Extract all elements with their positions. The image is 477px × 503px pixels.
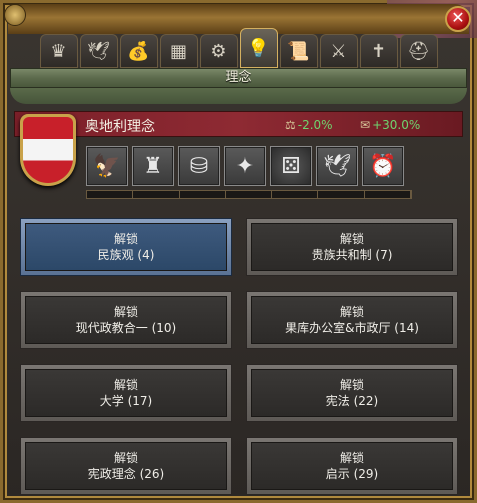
crown-icon: ♛: [50, 40, 67, 62]
national-idea-1[interactable]: 🦅: [86, 146, 128, 186]
stat-advisor-cost: ⚖ -2.0%: [285, 118, 333, 132]
national-idea-4[interactable]: ✦: [224, 146, 266, 186]
unlock-label: 解锁: [113, 305, 138, 319]
unlock-label: 解锁: [113, 451, 138, 465]
window-title: 理念: [10, 68, 467, 88]
unlock-label: 解锁: [339, 378, 364, 392]
stat-diplomatic: ✉ +30.0%: [360, 118, 420, 132]
clock-icon: ⏰: [369, 153, 397, 179]
idea-name: 宪法 (22): [325, 394, 379, 408]
idea-slot-body: 解锁宪政理念 (26): [25, 442, 227, 490]
country-ideas-title: 奥地利理念: [85, 119, 155, 135]
corner-orb-icon: [4, 4, 26, 26]
idea-slot-body: 解锁贵族共和制 (7): [251, 223, 453, 271]
crate-icon: ▦: [169, 40, 187, 62]
dove-star-icon: ✦: [235, 153, 255, 179]
idea-name: 贵族共和制 (7): [311, 248, 393, 262]
idea-slot-7[interactable]: 解锁宪政理念 (26): [20, 437, 232, 495]
austria-flag-icon: [23, 117, 73, 183]
idea-slot-body: 解锁启示 (29): [251, 442, 453, 490]
unlock-label: 解锁: [113, 232, 138, 246]
national-idea-3[interactable]: ⛁: [178, 146, 220, 186]
eagle-icon: 🦅: [93, 153, 121, 179]
swords-icon: ⚔: [330, 40, 347, 62]
tab-bar: ♛ 🕊 💰 ▦ ⚙ 💡 📜 ⚔ ✝ ⛑: [30, 28, 447, 68]
dove-icon: 🕊: [323, 153, 351, 179]
idea-slot-8[interactable]: 解锁启示 (29): [246, 437, 458, 495]
tab-helmet[interactable]: ⛑: [399, 34, 438, 68]
unlock-label: 解锁: [339, 451, 364, 465]
national-idea-icons: 🦅 ♜ ⛁ ✦ ⚄ 🕊 ⏰: [86, 146, 404, 186]
coins-icon: ⛁: [189, 153, 209, 179]
scroll-icon: 📜: [287, 40, 310, 62]
idea-slot-2[interactable]: 解锁贵族共和制 (7): [246, 218, 458, 276]
tab-swords[interactable]: ⚔: [319, 34, 358, 68]
cross-icon: ✝: [370, 40, 387, 62]
advisor-cost-icon: ⚖: [285, 118, 296, 132]
tab-scroll[interactable]: 📜: [279, 34, 318, 68]
tab-crown[interactable]: ♛: [39, 34, 78, 68]
tab-crate[interactable]: ▦: [159, 34, 198, 68]
tab-dove[interactable]: 🕊: [79, 34, 118, 68]
national-idea-6[interactable]: 🕊: [316, 146, 358, 186]
castle-icon: ♜: [143, 153, 163, 179]
unlock-label: 解锁: [113, 378, 138, 392]
idea-slot-1[interactable]: 解锁民族观 (4): [20, 218, 232, 276]
stat-advisor-cost-value: -2.0%: [297, 118, 333, 132]
idea-slot-5[interactable]: 解锁大学 (17): [20, 364, 232, 422]
idea-slot-body: 解锁大学 (17): [25, 369, 227, 417]
tab-gears[interactable]: ⚙: [199, 34, 238, 68]
tab-money-bags[interactable]: 💰: [119, 34, 158, 68]
idea-name: 民族观 (4): [97, 248, 155, 262]
idea-name: 现代政教合一 (10): [75, 321, 177, 335]
idea-name: 果库办公室&市政厅 (14): [285, 321, 419, 335]
tab-cross[interactable]: ✝: [359, 34, 398, 68]
idea-slot-4[interactable]: 解锁果库办公室&市政厅 (14): [246, 291, 458, 349]
national-idea-5[interactable]: ⚄: [270, 146, 312, 186]
lightbulb-icon: 💡: [247, 37, 270, 59]
diplomatic-icon: ✉: [360, 118, 371, 132]
tab-lightbulb[interactable]: 💡: [239, 28, 278, 68]
idea-slot-6[interactable]: 解锁宪法 (22): [246, 364, 458, 422]
unlock-label: 解锁: [339, 232, 364, 246]
ideas-progress-bar: [86, 190, 412, 199]
money-bags-icon: 💰: [127, 40, 150, 62]
idea-name: 启示 (29): [325, 467, 379, 481]
idea-name: 宪政理念 (26): [87, 467, 165, 481]
idea-group-slots: 解锁 民族观 (4) 解锁 贵族共和制 (7) 解锁 现代政教合一 (10) 解锁 果库办公室…: [20, 218, 458, 495]
national-idea-7[interactable]: ⏰: [362, 146, 404, 186]
idea-name: 大学 (17): [99, 394, 153, 408]
idea-slot-body: 解锁果库办公室&市政厅 (14): [251, 296, 453, 344]
stat-diplomatic-value: +30.0%: [372, 118, 421, 132]
dice-icon: ⚄: [281, 153, 301, 179]
gears-icon: ⚙: [210, 40, 227, 62]
idea-slot-body: 解锁宪法 (22): [251, 369, 453, 417]
close-button[interactable]: ✕: [445, 6, 471, 32]
national-idea-2[interactable]: ♜: [132, 146, 174, 186]
dove-icon: 🕊: [87, 40, 110, 62]
helmet-icon: ⛑: [407, 40, 430, 62]
country-header: 奥地利理念 ⚖ -2.0% ✉ +30.0%: [14, 111, 463, 137]
title-banner: [10, 88, 467, 104]
unlock-label: 解锁: [339, 305, 364, 319]
idea-slot-body: 解锁现代政教合一 (10): [25, 296, 227, 344]
idea-slot-3[interactable]: 解锁现代政教合一 (10): [20, 291, 232, 349]
country-shield[interactable]: [20, 114, 76, 186]
idea-slot-body: 解锁民族观 (4): [25, 223, 227, 271]
